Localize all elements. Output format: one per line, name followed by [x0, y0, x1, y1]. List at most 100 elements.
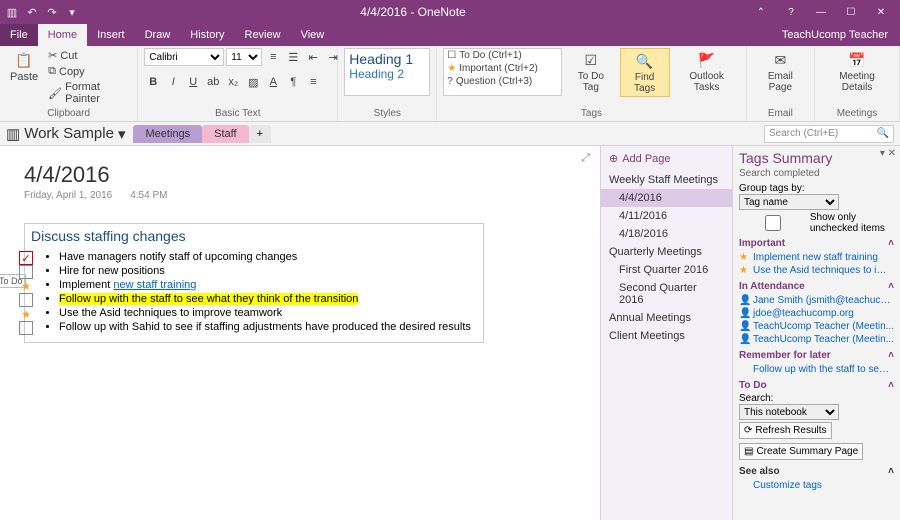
- tab-draw[interactable]: Draw: [135, 24, 181, 46]
- todo-tag-button[interactable]: ☑To Do Tag: [566, 48, 616, 95]
- meeting-details-button[interactable]: 📅Meeting Details: [821, 48, 893, 95]
- page-item[interactable]: Quarterly Meetings: [601, 243, 732, 261]
- tags-summary-pane: ▾ ✕ Tags Summary Search completed Group …: [732, 146, 900, 520]
- account-name[interactable]: TeachUcomp Teacher: [782, 24, 900, 46]
- minimize-icon[interactable]: —: [806, 2, 836, 22]
- page-title[interactable]: 4/4/2016: [24, 162, 576, 188]
- section-tab-meetings[interactable]: Meetings: [133, 125, 202, 143]
- ribbon: 📋 Paste ✂Cut ⧉Copy 🖌Format Painter Clipb…: [0, 46, 900, 122]
- highlight-button[interactable]: ▨: [244, 73, 262, 91]
- section-todo: To Do: [739, 380, 767, 391]
- tag-link[interactable]: ★Use the Asid techniques to imp...: [739, 264, 894, 277]
- outdent-icon[interactable]: ⇤: [304, 48, 322, 66]
- page-item[interactable]: Client Meetings: [601, 327, 732, 345]
- email-page-button[interactable]: ✉Email Page: [753, 48, 808, 95]
- tag-link[interactable]: ★Implement new staff training: [739, 251, 894, 264]
- cut-button[interactable]: ✂Cut: [46, 48, 131, 63]
- collapse-icon[interactable]: ˄: [888, 281, 894, 292]
- align-button[interactable]: ≡: [304, 73, 322, 91]
- font-size-select[interactable]: 11: [226, 48, 262, 66]
- section-tab-staff[interactable]: Staff: [202, 125, 248, 143]
- page-item[interactable]: 4/4/2016: [601, 189, 732, 207]
- page-canvas[interactable]: ⤢ 4/4/2016 Friday, April 1, 2016 4:54 PM…: [0, 146, 600, 520]
- style-heading-1[interactable]: Heading 1: [349, 51, 425, 67]
- tag-link[interactable]: 👤Jane Smith (jsmith@teachuco...: [739, 294, 894, 307]
- pane-close-icon[interactable]: ▾ ✕: [880, 148, 896, 159]
- clear-format-button[interactable]: ¶: [284, 73, 302, 91]
- menu-bar: File Home Insert Draw History Review Vie…: [0, 24, 900, 46]
- search-input[interactable]: Search (Ctrl+E) 🔍: [764, 125, 894, 143]
- checkbox-icon: ☑: [581, 50, 601, 70]
- copy-button[interactable]: ⧉Copy: [46, 64, 131, 79]
- styles-gallery[interactable]: Heading 1 Heading 2: [344, 48, 430, 96]
- checkbox-icon[interactable]: [19, 293, 33, 307]
- font-color-button[interactable]: A: [264, 73, 282, 91]
- page-item[interactable]: 4/18/2016: [601, 225, 732, 243]
- page-item[interactable]: Annual Meetings: [601, 309, 732, 327]
- list-item[interactable]: ✓Have managers notify staff of upcoming …: [59, 250, 477, 264]
- bold-button[interactable]: B: [144, 73, 162, 91]
- format-painter-button[interactable]: 🖌Format Painter: [46, 80, 131, 106]
- notebook-dropdown[interactable]: ▥ Work Sample ▾: [6, 125, 125, 143]
- page-item[interactable]: Second Quarter 2016: [601, 279, 732, 309]
- tag-link[interactable]: 👤TeachUcomp Teacher (Meetin...: [739, 320, 894, 333]
- collapse-icon[interactable]: ˄: [888, 238, 894, 249]
- italic-button[interactable]: I: [164, 73, 182, 91]
- fullscreen-icon[interactable]: ⤢: [581, 152, 590, 165]
- strike-button[interactable]: ab: [204, 73, 222, 91]
- tag-link[interactable]: Follow up with the staff to see what ...: [739, 363, 894, 376]
- subscript-button[interactable]: x₂: [224, 73, 242, 91]
- customize-tags-link[interactable]: Customize tags: [739, 479, 894, 492]
- note-title[interactable]: Discuss staffing changes: [31, 228, 477, 244]
- tab-insert[interactable]: Insert: [87, 24, 135, 46]
- maximize-icon[interactable]: ☐: [836, 2, 866, 22]
- bullets-icon[interactable]: ≡: [264, 48, 282, 66]
- tags-gallery[interactable]: ☐To Do (Ctrl+1) ★Important (Ctrl+2) ?Que…: [443, 48, 562, 96]
- checkbox-checked-icon[interactable]: ✓: [19, 251, 33, 265]
- checkbox-icon[interactable]: [19, 321, 33, 335]
- ribbon-options-icon[interactable]: ⌃: [746, 2, 776, 22]
- tab-review[interactable]: Review: [235, 24, 291, 46]
- show-unchecked-checkbox[interactable]: [739, 215, 807, 231]
- list-item[interactable]: ★Implement new staff training: [59, 278, 477, 292]
- list-item[interactable]: ★Use the Asid techniques to improve team…: [59, 306, 477, 320]
- outlook-tasks-button[interactable]: 🚩Outlook Tasks: [674, 48, 740, 95]
- collapse-icon[interactable]: ˄: [888, 350, 894, 361]
- page-item[interactable]: Weekly Staff Meetings: [601, 171, 732, 189]
- font-name-select[interactable]: Calibri: [144, 48, 224, 66]
- tab-file[interactable]: File: [0, 24, 38, 46]
- page-item[interactable]: 4/11/2016: [601, 207, 732, 225]
- help-icon[interactable]: ?: [776, 2, 806, 22]
- checkbox-icon[interactable]: [19, 265, 33, 279]
- close-icon[interactable]: ✕: [866, 2, 896, 22]
- list-item[interactable]: Follow up with Sahid to see if staffing …: [59, 320, 477, 334]
- find-tags-button[interactable]: 🔍Find Tags: [620, 48, 670, 97]
- tag-link[interactable]: 👤jdoe@teachucomp.org: [739, 307, 894, 320]
- style-heading-2[interactable]: Heading 2: [349, 67, 425, 81]
- group-email: ✉Email Page Email: [747, 46, 815, 121]
- note-container[interactable]: Discuss staffing changes ✓Have managers …: [24, 223, 484, 343]
- page-item[interactable]: First Quarter 2016: [601, 261, 732, 279]
- underline-button[interactable]: U: [184, 73, 202, 91]
- collapse-icon[interactable]: ˄: [888, 380, 894, 391]
- collapse-icon[interactable]: ˄: [888, 466, 894, 477]
- redo-icon[interactable]: ↷: [44, 4, 60, 20]
- add-page-button[interactable]: ⊕Add Page: [601, 146, 732, 171]
- search-icon: 🔍: [877, 128, 889, 139]
- qat-dropdown-icon[interactable]: ▾: [64, 4, 80, 20]
- tab-history[interactable]: History: [180, 24, 234, 46]
- search-scope-select[interactable]: This notebook: [739, 404, 839, 420]
- add-section-button[interactable]: +: [249, 125, 271, 143]
- tab-view[interactable]: View: [291, 24, 335, 46]
- tag-link[interactable]: 👤TeachUcomp Teacher (Meetin...: [739, 333, 894, 346]
- undo-icon[interactable]: ↶: [24, 4, 40, 20]
- star-icon: ★: [19, 307, 33, 321]
- refresh-results-button[interactable]: ⟳Refresh Results: [739, 422, 832, 439]
- numbering-icon[interactable]: ☰: [284, 48, 302, 66]
- list-item[interactable]: Follow up with the staff to see what the…: [59, 292, 477, 306]
- create-summary-button[interactable]: ▤Create Summary Page: [739, 443, 863, 460]
- groupby-select[interactable]: Tag name: [739, 194, 839, 210]
- list-item[interactable]: Hire for new positions: [59, 264, 477, 278]
- paste-button[interactable]: 📋 Paste: [6, 48, 42, 85]
- tab-home[interactable]: Home: [38, 24, 87, 46]
